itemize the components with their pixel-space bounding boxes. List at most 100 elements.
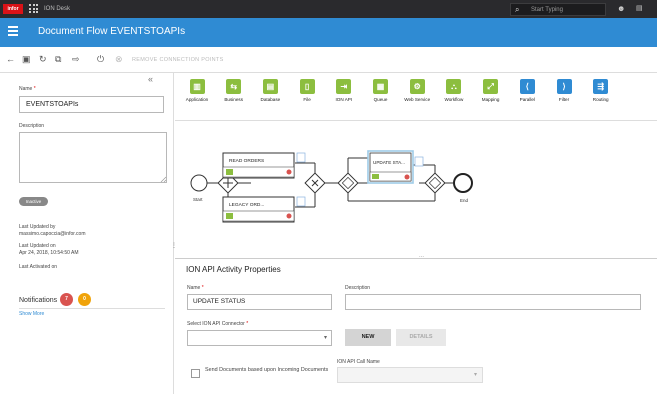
palette-item-application[interactable]: ▥ Application xyxy=(179,79,215,102)
double-chevron-left-icon[interactable]: « xyxy=(148,74,153,84)
description-textarea[interactable] xyxy=(19,132,167,183)
refresh-icon[interactable]: ↻ xyxy=(39,54,47,64)
name-label: Name * xyxy=(19,86,36,92)
last-updated-by-label: Last Updated by xyxy=(19,224,56,230)
new-button[interactable]: NEW xyxy=(345,329,391,346)
description-label: Description xyxy=(345,285,371,291)
description-label: Description xyxy=(19,123,45,129)
palette-item-routing[interactable]: ⇶ Routing xyxy=(583,79,619,102)
palette-item-parallel[interactable]: ⟨ Parallel xyxy=(509,79,545,102)
send-documents-label: Send Documents based upon Incoming Docum… xyxy=(205,367,329,373)
file-icon: ▯ xyxy=(299,79,315,94)
top-bar: infor ION Desk ⌕ Start Typing ☻ ▤ xyxy=(0,0,657,18)
notification-warning-badge[interactable]: 0 xyxy=(78,293,91,306)
messages-icon[interactable]: ▤ xyxy=(636,4,643,14)
flow-node-selected[interactable] xyxy=(367,150,424,184)
database-icon: ▤ xyxy=(262,79,278,94)
palette-item-label: Filter xyxy=(558,97,570,102)
palette-item-web-service[interactable]: ⚙ Web Service xyxy=(399,79,435,102)
node-label: LEGACY ORD... xyxy=(229,202,264,208)
connector-label: Select ION API Connector * xyxy=(187,321,249,327)
remove-connection-points-button[interactable]: REMOVE CONNECTION POINTS xyxy=(132,57,224,63)
start-label: Start xyxy=(193,197,203,202)
end-event[interactable] xyxy=(453,173,473,193)
palette-item-filter[interactable]: ⟩ Filter xyxy=(546,79,582,102)
palette-item-workflow[interactable]: ⛬ Workflow xyxy=(436,79,472,102)
last-activated-label: Last Activated on xyxy=(19,264,58,270)
toolbar: ← ▣ ↻ ⧉ ⇨ ⏻ ⊗ REMOVE CONNECTION POINTS xyxy=(0,47,657,73)
last-updated-by-value: massimo.capoccia@infor.com xyxy=(19,231,86,237)
queue-icon: ▦ xyxy=(373,79,388,94)
back-arrow-icon[interactable]: ← xyxy=(6,54,15,64)
page-header: Document Flow EVENTSTOAPIs xyxy=(0,18,657,47)
last-updated-on-value: Apr 24, 2018, 10:54:50 AM xyxy=(19,250,79,256)
mapping-icon: ⤢ xyxy=(483,79,499,94)
palette-item-database[interactable]: ▤ Database xyxy=(252,79,288,102)
end-label: End xyxy=(460,198,469,203)
palette-item-label: ION API xyxy=(335,97,353,102)
web-service-icon: ⚙ xyxy=(409,79,425,94)
palette-item-file[interactable]: ▯ File xyxy=(289,79,325,102)
properties-panel: ION API Activity Properties Name * UPDAT… xyxy=(175,258,657,394)
notifications-label: Notifications xyxy=(19,297,58,304)
name-label: Name * xyxy=(187,285,204,291)
page-title: Document Flow EVENTSTOAPIs xyxy=(38,26,186,37)
hamburger-icon[interactable] xyxy=(8,26,18,36)
ion-api-icon: ⇥ xyxy=(336,79,352,94)
palette-item-label: Mapping xyxy=(481,97,500,102)
connector-select[interactable]: ▾ xyxy=(187,330,332,346)
properties-heading: ION API Activity Properties xyxy=(186,265,281,274)
workflow-icon: ⛬ xyxy=(446,79,462,94)
infor-logo[interactable]: infor xyxy=(3,4,23,14)
palette-item-label: Queue xyxy=(373,97,388,102)
palette-item-mapping[interactable]: ⤢ Mapping xyxy=(473,79,509,102)
filter-icon: ⟩ xyxy=(556,79,572,94)
palette-item-queue[interactable]: ▦ Queue xyxy=(363,79,399,102)
flow-node[interactable] xyxy=(222,152,306,179)
node-label: UPDATE STA... xyxy=(373,160,405,165)
palette-item-label: Parallel xyxy=(519,97,535,102)
dropdown-caret-icon: ▾ xyxy=(324,335,328,341)
activity-description-input[interactable] xyxy=(345,294,641,310)
copy-icon[interactable]: ⧉ xyxy=(55,54,61,64)
user-icon[interactable]: ☻ xyxy=(617,4,625,14)
routing-icon: ⇶ xyxy=(593,79,609,94)
divider xyxy=(19,308,165,309)
business-icon: ⇆ xyxy=(226,79,242,94)
palette-item-ion-api[interactable]: ⇥ ION API xyxy=(326,79,362,102)
search-icon: ⌕ xyxy=(515,5,520,14)
palette-item-label: Database xyxy=(260,97,281,102)
palette-item-label: Workflow xyxy=(444,97,464,102)
export-icon[interactable]: ⇨ xyxy=(72,54,80,64)
activity-name-input[interactable]: UPDATE STATUS xyxy=(187,294,332,310)
app-grid-icon[interactable] xyxy=(28,3,39,14)
show-more-link[interactable]: Show More xyxy=(19,311,44,317)
palette-item-label: Web Service xyxy=(404,97,431,102)
palette-item-business[interactable]: ⇆ Business xyxy=(216,79,252,102)
last-updated-on-label: Last Updated on xyxy=(19,243,56,249)
palette-item-label: File xyxy=(303,97,311,102)
name-input[interactable]: EVENTSTOAPIs xyxy=(19,96,164,113)
app-title: ION Desk xyxy=(44,6,71,12)
status-badge: Inactive xyxy=(19,197,48,206)
power-icon[interactable]: ⏻ xyxy=(97,54,104,64)
flow-node[interactable] xyxy=(222,196,306,223)
call-name-select[interactable]: ▾ xyxy=(337,367,483,383)
start-event[interactable] xyxy=(190,174,208,192)
parallel-icon: ⟨ xyxy=(519,79,535,94)
activity-palette: ▥ Application ⇆ Business ▤ Database ▯ File ⇥ ION … xyxy=(175,73,657,121)
save-icon[interactable]: ▣ xyxy=(22,54,31,64)
details-button[interactable]: DETAILS xyxy=(396,329,446,346)
notification-error-badge[interactable]: 7 xyxy=(60,293,73,306)
palette-item-label: Routing xyxy=(592,97,609,102)
palette-item-label: Business xyxy=(224,97,243,102)
search-placeholder: Start Typing xyxy=(531,7,563,13)
palette-item-label: Application xyxy=(185,97,209,102)
application-icon: ▥ xyxy=(189,79,205,94)
search-box[interactable]: ⌕ Start Typing xyxy=(510,3,606,16)
close-circle-icon[interactable]: ⊗ xyxy=(115,54,123,64)
call-name-label: ION API Call Name xyxy=(337,359,380,365)
resize-handle-icon xyxy=(160,176,167,183)
send-documents-checkbox[interactable] xyxy=(191,369,200,378)
flow-canvas: Start End READ ORDERS LEGACY ORD... UPDA… xyxy=(175,121,657,260)
